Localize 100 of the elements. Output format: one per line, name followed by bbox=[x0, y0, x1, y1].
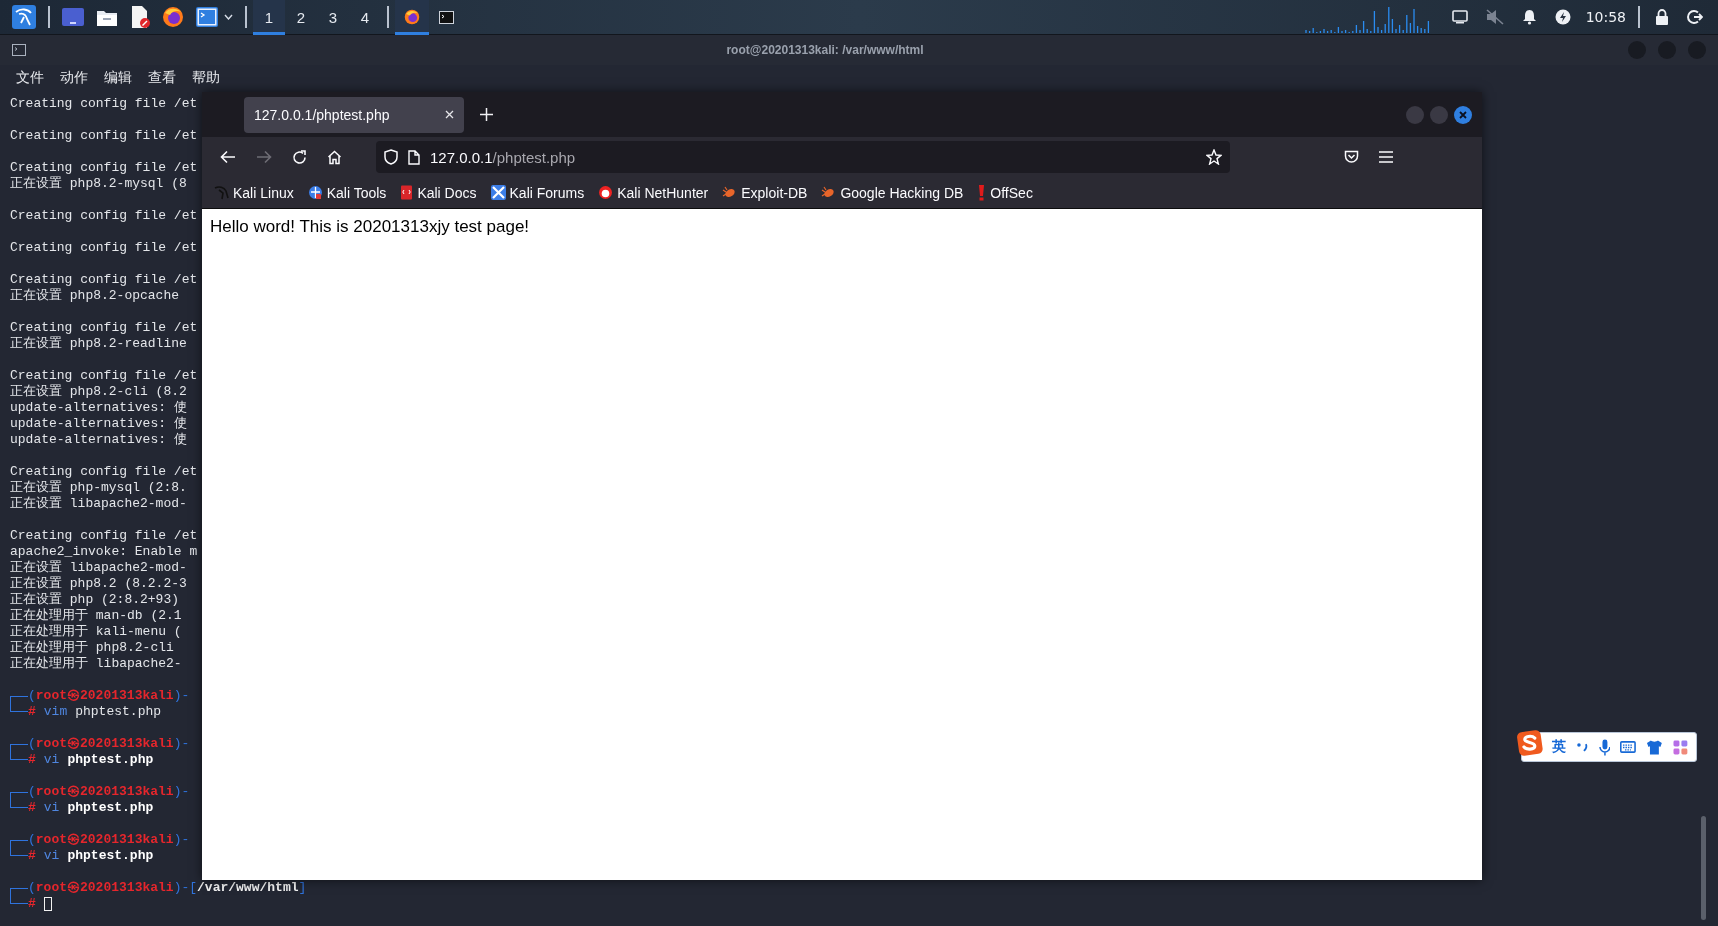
caret-icon[interactable] bbox=[224, 14, 233, 20]
clock-time[interactable]: 10:58 bbox=[1585, 9, 1626, 25]
workspace-tab[interactable]: 4 bbox=[349, 0, 381, 35]
close-button[interactable] bbox=[1454, 105, 1472, 124]
prompt-paren: ( bbox=[28, 832, 36, 847]
microphone-icon[interactable] bbox=[1598, 738, 1611, 756]
terminal-output-line: Creating config file /et bbox=[10, 368, 199, 384]
page-icon[interactable] bbox=[408, 149, 420, 165]
prompt-paren: ( bbox=[28, 784, 36, 799]
punctuation-icon[interactable] bbox=[1575, 741, 1589, 753]
desktop-icon[interactable] bbox=[62, 8, 84, 26]
terminal-output-line: 正在处理用于 libapache2- bbox=[10, 656, 183, 672]
prompt-path: /var/www/html bbox=[197, 880, 299, 895]
menu-icon[interactable] bbox=[1379, 151, 1393, 163]
address-bar[interactable]: 127.0.0.1/phptest.php bbox=[376, 141, 1230, 173]
lock-icon[interactable] bbox=[1655, 9, 1669, 25]
bookmark-link[interactable]: Exploit-DB bbox=[722, 184, 808, 201]
scrollbar-thumb[interactable] bbox=[1701, 816, 1706, 920]
bookmark-link[interactable]: Kali NetHunter bbox=[598, 184, 709, 201]
display-icon[interactable] bbox=[1451, 10, 1468, 24]
menu-item[interactable]: 帮助 bbox=[192, 69, 220, 87]
bookmark-link[interactable]: Kali Forums bbox=[490, 184, 585, 201]
terminal-output-line: 正在设置 php8.2 (8.2.2-3 bbox=[10, 576, 188, 592]
command-argument: phptest.php bbox=[75, 704, 162, 720]
terminal-output-line: update-alternatives: 使 bbox=[10, 416, 188, 432]
firefox-icon[interactable] bbox=[162, 6, 184, 28]
ring-icon bbox=[598, 185, 614, 200]
keyboard-icon[interactable] bbox=[1620, 741, 1637, 753]
power-icon[interactable] bbox=[1554, 9, 1571, 25]
sogou-logo-icon[interactable] bbox=[1516, 729, 1544, 757]
terminal-output-line: 正在处理用于 man-db (2.1 bbox=[10, 608, 183, 624]
globe-icon bbox=[307, 185, 323, 200]
menu-item[interactable]: 文件 bbox=[16, 69, 44, 87]
prompt-paren: )- bbox=[173, 736, 190, 751]
prompt-bracket: ] bbox=[298, 880, 307, 895]
workspace-tab[interactable]: 2 bbox=[285, 0, 317, 35]
menu-item[interactable]: 编辑 bbox=[104, 69, 132, 87]
terminal-output-line: Creating config file /et bbox=[10, 160, 199, 176]
browser-tab[interactable]: 127.0.0.1/phptest.php bbox=[244, 96, 464, 133]
terminal-icon bbox=[12, 44, 26, 56]
taskbar-window-button[interactable] bbox=[395, 0, 429, 35]
plus-icon[interactable] bbox=[480, 108, 493, 121]
kali-menu-icon[interactable] bbox=[12, 5, 36, 29]
bookmark-link[interactable]: Google Hacking DB bbox=[821, 184, 964, 201]
shirt-icon[interactable] bbox=[1646, 739, 1664, 755]
book-icon bbox=[400, 185, 414, 200]
menu-item[interactable]: 查看 bbox=[148, 69, 176, 87]
bug-icon bbox=[722, 186, 738, 199]
terminal-output-line: 正在处理用于 php8.2-cli bbox=[10, 640, 175, 656]
workspace-tab[interactable]: 3 bbox=[317, 0, 349, 35]
terminal-output-line: 正在设置 php8.2-cli (8.2 bbox=[10, 384, 188, 400]
prompt-hash: # bbox=[28, 800, 36, 816]
terminal-output-line: Creating config file /et bbox=[10, 320, 199, 336]
muted-speaker-icon[interactable] bbox=[1485, 9, 1504, 25]
bell-icon[interactable] bbox=[1521, 9, 1537, 25]
logout-icon[interactable] bbox=[1687, 9, 1703, 25]
workspace-tab[interactable]: 1 bbox=[253, 0, 285, 35]
menu-item[interactable]: 动作 bbox=[60, 69, 88, 87]
back-icon[interactable] bbox=[220, 150, 236, 164]
terminal-output-line: 正在处理用于 kali-menu ( bbox=[10, 624, 183, 640]
terminal-output-line: 正在设置 php-mysql (2:8. bbox=[10, 480, 188, 496]
terminal-output-line: Creating config file /et bbox=[10, 96, 199, 112]
text-editor-icon[interactable] bbox=[130, 6, 150, 28]
prompt-hash: # bbox=[28, 848, 36, 864]
command-argument: phptest.php bbox=[67, 800, 154, 816]
window-title: root@20201313kali: /var/www/html bbox=[725, 43, 925, 57]
command-argument: phptest.php bbox=[67, 848, 154, 864]
tab-title: 127.0.0.1/phptest.php bbox=[254, 106, 390, 123]
shield-icon[interactable] bbox=[384, 149, 398, 165]
prompt-hash: # bbox=[28, 752, 36, 768]
prompt-user: root㉿20201313kali bbox=[35, 736, 174, 751]
terminal-output-line: 正在设置 php (2:8.2+93) bbox=[10, 592, 181, 608]
terminal-output-line: 正在设置 php8.2-mysql (8 bbox=[10, 176, 188, 192]
prompt-paren: )- bbox=[173, 880, 190, 895]
prompt-paren: )- bbox=[173, 784, 190, 799]
bookmark-link[interactable]: Kali Linux bbox=[214, 184, 294, 201]
prompt-user: root㉿20201313kali bbox=[35, 688, 174, 703]
bookmark-link[interactable]: Kali Tools bbox=[307, 184, 387, 201]
terminal-output-line: update-alternatives: 使 bbox=[10, 432, 188, 448]
command-name: vi bbox=[43, 800, 60, 816]
bookmark-link[interactable]: OffSec bbox=[977, 184, 1033, 201]
prompt-bracket-line bbox=[10, 840, 28, 856]
prompt-hash: # bbox=[28, 896, 36, 912]
pocket-icon[interactable] bbox=[1344, 150, 1359, 164]
reload-icon[interactable] bbox=[292, 149, 307, 165]
terminal-icon[interactable] bbox=[196, 7, 218, 27]
close-icon[interactable] bbox=[445, 110, 454, 119]
prompt-hash: # bbox=[28, 704, 36, 720]
grid-icon[interactable] bbox=[1673, 739, 1688, 755]
url-text: 127.0.0.1/phptest.php bbox=[430, 148, 576, 166]
language-toggle[interactable]: 英 bbox=[1551, 738, 1566, 756]
prompt-user: root㉿20201313kali bbox=[35, 880, 174, 895]
prompt-paren: ( bbox=[28, 688, 36, 703]
bookmark-link[interactable]: Kali Docs bbox=[400, 184, 477, 201]
terminal-output-line: 正在设置 php8.2-readline bbox=[10, 336, 188, 352]
star-icon[interactable] bbox=[1206, 149, 1222, 165]
firefox-icon bbox=[404, 9, 420, 25]
bug-icon bbox=[821, 186, 837, 199]
terminal-output-line: Creating config file /et bbox=[10, 240, 199, 256]
home-icon[interactable] bbox=[327, 149, 342, 165]
